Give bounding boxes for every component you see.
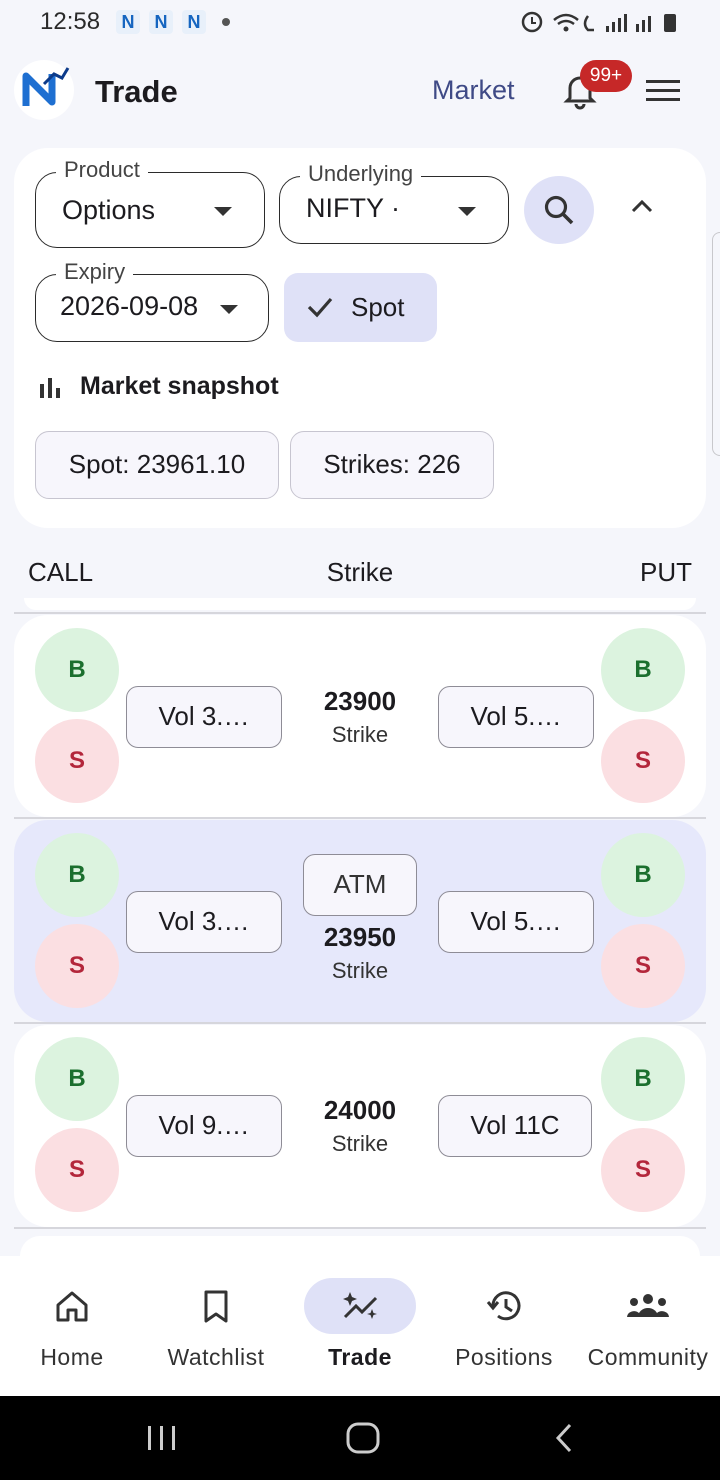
search-button[interactable] — [524, 176, 594, 244]
hamburger-menu-icon[interactable] — [646, 78, 680, 104]
nav-trade[interactable]: Trade — [288, 1256, 432, 1396]
call-sell-button[interactable]: S — [35, 719, 119, 803]
notification-app-icon: N — [182, 10, 206, 34]
app-logo — [14, 60, 74, 120]
put-sell-button[interactable]: S — [601, 924, 685, 1008]
previous-row-edge — [24, 598, 696, 610]
chevron-up-icon[interactable] — [624, 188, 660, 224]
product-dropdown[interactable]: Product Options — [35, 157, 265, 248]
more-notifications-dot — [222, 18, 230, 26]
strikes-count-chip: Strikes: 226 — [290, 431, 494, 499]
back-icon[interactable] — [552, 1422, 576, 1454]
call-column-header: CALL — [28, 557, 94, 587]
next-row-edge — [20, 1236, 700, 1256]
strike-price: 23900 — [323, 686, 397, 716]
app-bar: Trade Market 99+ — [0, 56, 720, 126]
underlying-value: NIFTY · — [306, 193, 400, 223]
call-buy-button[interactable]: B — [35, 1037, 119, 1121]
chevron-down-icon — [214, 207, 232, 216]
nav-label: Community — [587, 1344, 709, 1370]
notification-app-icon: N — [116, 10, 140, 34]
nav-home[interactable]: Home — [0, 1256, 144, 1396]
put-column-header: PUT — [640, 557, 692, 587]
bookmark-icon — [204, 1290, 228, 1323]
expiry-label: Expiry — [56, 259, 134, 285]
put-sell-button[interactable]: S — [601, 719, 685, 803]
strike-label: Strike — [331, 1131, 389, 1156]
strike-row-atm: B S Vol 3.… ATM 23950 Strike Vol 5.… B S — [14, 820, 706, 1022]
put-buy-button[interactable]: B — [601, 628, 685, 712]
expiry-dropdown[interactable]: Expiry 2026-09-08 — [35, 259, 269, 342]
strike-price: 24000 — [323, 1095, 397, 1125]
people-icon — [627, 1294, 669, 1317]
notification-count-badge: 99+ — [580, 60, 632, 92]
nav-label: Positions — [455, 1344, 553, 1370]
page-title: Trade — [95, 74, 178, 109]
expiry-value: 2026-09-08 — [60, 291, 199, 321]
call-buy-button[interactable]: B — [35, 628, 119, 712]
put-sell-button[interactable]: S — [601, 1128, 685, 1212]
call-volume-chip[interactable]: Vol 3.… — [126, 686, 282, 748]
bar-chart-icon — [40, 378, 60, 398]
market-link[interactable]: Market — [432, 75, 515, 106]
call-volume-chip[interactable]: Vol 9.… — [126, 1095, 282, 1157]
put-volume-chip[interactable]: Vol 5.… — [438, 686, 594, 748]
notification-app-icon: N — [149, 10, 173, 34]
nav-positions[interactable]: Positions — [432, 1256, 576, 1396]
divider — [14, 1227, 706, 1229]
system-status-icons — [521, 11, 676, 33]
divider — [14, 612, 706, 614]
history-icon — [486, 1291, 521, 1321]
divider — [14, 1022, 706, 1024]
strike-label: Strike — [331, 722, 389, 747]
status-time: 12:58 — [40, 8, 101, 35]
underlying-label: Underlying — [300, 161, 422, 187]
product-value: Options — [62, 195, 156, 225]
atm-badge: ATM — [303, 854, 417, 916]
product-label: Product — [56, 157, 148, 183]
system-navigation-bar — [0, 1396, 720, 1480]
chevron-down-icon — [458, 207, 476, 216]
put-buy-button[interactable]: B — [601, 833, 685, 917]
recent-apps-icon[interactable] — [146, 1424, 178, 1452]
spot-price-chip: Spot: 23961.10 — [35, 431, 279, 499]
market-snapshot-title: Market snapshot — [80, 372, 279, 400]
strike-column-header: Strike — [326, 557, 394, 587]
nav-label: Watchlist — [167, 1344, 265, 1370]
nav-community[interactable]: Community — [576, 1256, 720, 1396]
put-volume-chip[interactable]: Vol 11C — [438, 1095, 592, 1157]
bottom-navigation: Home Watchlist Trade Positions Community — [0, 1256, 720, 1396]
nav-label: Trade — [328, 1344, 392, 1370]
strike-label: Strike — [331, 958, 389, 983]
filter-card: Product Options Underlying NIFTY · Expir… — [14, 148, 706, 528]
home-button-icon[interactable] — [346, 1422, 380, 1454]
strike-row: B S Vol 9.… 24000 Strike Vol 11C B S — [14, 1025, 706, 1227]
nav-watchlist[interactable]: Watchlist — [144, 1256, 288, 1396]
sparkle-chart-icon — [343, 1292, 378, 1319]
call-volume-chip[interactable]: Vol 3.… — [126, 891, 282, 953]
call-sell-button[interactable]: S — [35, 1128, 119, 1212]
underlying-dropdown[interactable]: Underlying NIFTY · — [279, 161, 509, 244]
put-volume-chip[interactable]: Vol 5.… — [438, 891, 594, 953]
spot-filter-chip[interactable]: Spot — [284, 273, 437, 342]
put-buy-button[interactable]: B — [601, 1037, 685, 1121]
strike-price: 23950 — [323, 922, 397, 952]
nav-label: Home — [40, 1344, 104, 1370]
strike-row: B S Vol 3.… 23900 Strike Vol 5.… B S — [14, 615, 706, 817]
status-bar: 12:58 N N N — [0, 0, 720, 44]
call-sell-button[interactable]: S — [35, 924, 119, 1008]
call-buy-button[interactable]: B — [35, 833, 119, 917]
spot-chip-label: Spot — [351, 292, 405, 322]
chevron-down-icon — [220, 305, 238, 314]
home-icon — [56, 1291, 88, 1322]
search-icon — [544, 195, 574, 225]
side-handle[interactable] — [712, 232, 720, 456]
divider — [14, 817, 706, 819]
check-icon — [307, 297, 333, 318]
